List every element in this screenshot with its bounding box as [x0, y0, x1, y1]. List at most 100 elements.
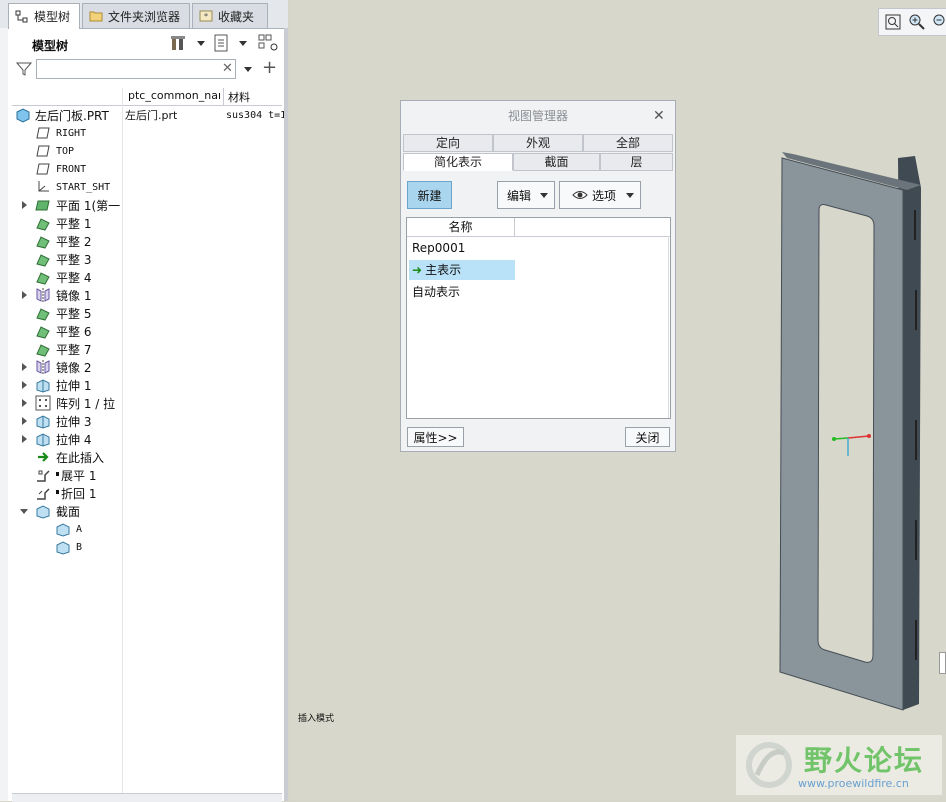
svg-text:*: *	[204, 12, 208, 21]
mirror-icon	[36, 288, 50, 302]
tab-orient[interactable]: 定向	[403, 134, 493, 152]
tree-item-label: RIGHT	[56, 127, 87, 139]
add-icon[interactable]: +	[262, 57, 277, 78]
model-tree-panel: 模型树 文件夹浏览器 * 收藏夹 模型树 ✕ + ptc_common_name…	[0, 0, 288, 802]
list-item-selected[interactable]: ➜ 主表示	[409, 260, 515, 280]
new-button[interactable]: 新建	[407, 181, 452, 209]
panel-tab-strip: 模型树 文件夹浏览器 * 收藏夹	[0, 0, 288, 29]
show-dropdown[interactable]	[234, 34, 252, 52]
bend-back-icon	[37, 488, 50, 500]
clear-icon[interactable]: ✕	[222, 61, 233, 76]
chevron-down-icon	[540, 192, 548, 198]
tree-item-common-name: 左后门.prt	[125, 109, 178, 122]
expand-icon[interactable]	[22, 363, 27, 371]
close-button[interactable]: 关闭	[625, 427, 670, 447]
tab-sections[interactable]: 截面	[513, 153, 600, 171]
list-icon	[214, 34, 228, 52]
part-icon	[16, 108, 30, 123]
tree-icon	[15, 10, 28, 22]
mini-handle[interactable]	[939, 652, 946, 674]
tree-row-flat-3[interactable]: 平整 3	[0, 250, 288, 268]
expand-icon[interactable]	[22, 201, 27, 209]
expand-icon[interactable]	[22, 435, 27, 443]
tree-item-label: 左后门板.PRT	[35, 108, 109, 123]
tree-row-extrude-1[interactable]: 拉伸 1	[0, 376, 288, 394]
tree-item-label: 平面 1(第一	[56, 198, 121, 213]
tree-row-pattern-1[interactable]: 阵列 1 / 拉	[0, 394, 288, 412]
tab-model-tree[interactable]: 模型树	[8, 3, 80, 29]
tree-row-front[interactable]: FRONT	[0, 160, 288, 178]
grid-eye-icon	[258, 34, 278, 51]
tree-row-insert-here[interactable]: 在此插入	[0, 448, 288, 466]
tab-all[interactable]: 全部	[583, 134, 673, 152]
tree-item-label: 镜像 2	[56, 360, 92, 375]
chevron-down-icon	[239, 40, 247, 46]
sheetmetal-wall-icon	[35, 200, 50, 211]
search-input[interactable]	[36, 59, 236, 79]
tree-row-flat-6[interactable]: 平整 6	[0, 322, 288, 340]
chevron-down-icon[interactable]	[244, 67, 252, 72]
tree-row-section-b[interactable]: B	[0, 538, 288, 556]
list-item[interactable]: Rep0001	[409, 238, 515, 258]
column-header-name[interactable]: ptc_common_name	[128, 89, 220, 102]
tree-row-flat-7[interactable]: 平整 7	[0, 340, 288, 358]
tree-row-mirror-2[interactable]: 镜像 2	[0, 358, 288, 376]
options-dropdown[interactable]: 选项	[559, 181, 641, 209]
tab-folder-browser[interactable]: 文件夹浏览器	[82, 3, 190, 28]
tree-row-flat-5[interactable]: 平整 5	[0, 304, 288, 322]
tree-item-label: B	[76, 541, 83, 553]
tree-column-header: ptc_common_name 材料	[12, 88, 282, 106]
tab-appearance[interactable]: 外观	[493, 134, 583, 152]
tree-row-flat-4[interactable]: 平整 4	[0, 268, 288, 286]
tree-row-right[interactable]: RIGHT	[0, 124, 288, 142]
expand-icon[interactable]	[22, 399, 27, 407]
tree-row-top[interactable]: TOP	[0, 142, 288, 160]
view-toolbar	[878, 8, 946, 36]
list-item[interactable]: 自动表示	[409, 282, 515, 302]
zoom-in-icon[interactable]	[909, 14, 925, 30]
tree-row-extrude-4[interactable]: 拉伸 4	[0, 430, 288, 448]
tree-row-section-a[interactable]: A	[0, 520, 288, 538]
column-separator[interactable]	[223, 88, 224, 105]
tree-row-extrude-3[interactable]: 拉伸 3	[0, 412, 288, 430]
expand-icon[interactable]	[22, 417, 27, 425]
filter-display-button[interactable]	[258, 34, 280, 52]
suppressed-marker	[56, 490, 59, 494]
tab-layers[interactable]: 层	[600, 153, 673, 171]
tools-icon	[171, 36, 185, 50]
list-header: 名称	[407, 218, 670, 237]
tree-row-flat-2[interactable]: 平整 2	[0, 232, 288, 250]
tab-favorites[interactable]: * 收藏夹	[192, 3, 268, 28]
tree-row-plane-1[interactable]: 平面 1(第一	[0, 196, 288, 214]
expand-icon[interactable]	[22, 291, 27, 299]
tree-row-start-sht[interactable]: START_SHT	[0, 178, 288, 196]
collapse-icon[interactable]	[20, 509, 28, 514]
expand-icon[interactable]	[22, 381, 27, 389]
tree-row-unbend-1[interactable]: 展平 1	[0, 466, 288, 484]
properties-button[interactable]: 属性>>	[407, 427, 464, 447]
tree-row-bend-back-1[interactable]: 折回 1	[0, 484, 288, 502]
tree-row-root[interactable]: 左后门板.PRT 左后门.prt sus304 t=1	[0, 106, 288, 124]
datum-plane-icon	[36, 127, 50, 139]
settings-dropdown[interactable]	[192, 34, 210, 52]
settings-tools-button[interactable]	[169, 34, 187, 52]
tree-item-label: 平整 7	[56, 342, 92, 357]
panel-resize-handle[interactable]	[284, 28, 288, 801]
edit-dropdown[interactable]: 编辑	[497, 181, 555, 209]
list-scrollbar[interactable]	[668, 236, 669, 418]
list-item-label: 自动表示	[412, 285, 461, 299]
column-header-name[interactable]: 名称	[407, 218, 515, 236]
tree-item-label: 平整 5	[56, 306, 92, 321]
filter-icon[interactable]	[16, 61, 32, 77]
column-header-material[interactable]: 材料	[228, 89, 282, 105]
refit-icon[interactable]	[885, 14, 901, 30]
show-menu-button[interactable]	[212, 34, 230, 52]
flat-wall-icon	[36, 254, 50, 267]
tree-row-sections[interactable]: 截面	[0, 502, 288, 520]
close-icon[interactable]: ✕	[653, 108, 665, 124]
zoom-out-icon[interactable]	[933, 14, 946, 30]
tree-row-flat-1[interactable]: 平整 1	[0, 214, 288, 232]
flat-wall-icon	[36, 308, 50, 321]
tab-simplified-rep[interactable]: 简化表示	[403, 153, 513, 171]
tree-row-mirror-1[interactable]: 镜像 1	[0, 286, 288, 304]
